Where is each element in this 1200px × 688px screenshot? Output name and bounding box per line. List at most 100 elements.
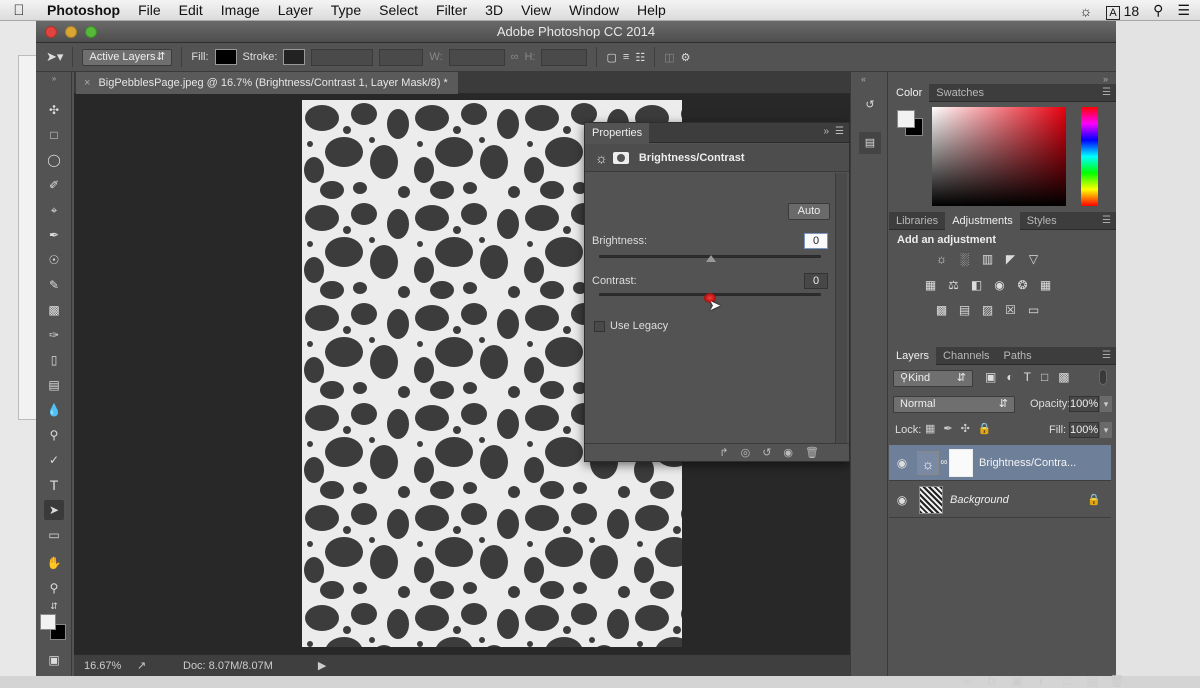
tab-color[interactable]: Color — [889, 83, 930, 102]
adjustments-panel-menu-icon[interactable]: ☰ — [1102, 215, 1111, 226]
menu-filter[interactable]: Filter — [427, 0, 476, 21]
expand-dock-icon[interactable]: « — [861, 74, 866, 84]
quick-mask-icon[interactable]: ▣ — [44, 650, 64, 670]
blur-tool-icon[interactable]: 💧 — [44, 400, 64, 420]
align-edges-icon[interactable]: ◫ — [664, 51, 674, 64]
clone-stamp-tool-icon[interactable]: ▩ — [44, 300, 64, 320]
share-icon[interactable]: ↗ — [137, 659, 175, 672]
eyedropper-tool-icon[interactable]: ✒ — [44, 225, 64, 245]
healing-brush-tool-icon[interactable]: ☉ — [44, 250, 64, 270]
layer-filter-kind-dropdown[interactable]: ⚲Kind ⇵ — [893, 370, 973, 387]
move-tool-icon[interactable]: ✣ — [44, 100, 64, 120]
layer-name[interactable]: Background — [950, 494, 1009, 506]
adjustment-filter-icon[interactable]: ◐ — [1006, 370, 1013, 384]
type-filter-icon[interactable]: T — [1024, 370, 1031, 384]
spotlight-search-icon[interactable]: ⚲ — [1153, 2, 1163, 19]
zoom-level[interactable]: 16.67% — [84, 660, 129, 672]
menu-layer[interactable]: Layer — [269, 0, 322, 21]
color-foreground-swatch[interactable] — [897, 110, 915, 128]
quick-select-tool-icon[interactable]: ✐ — [44, 175, 64, 195]
eraser-tool-icon[interactable]: ▯ — [44, 350, 64, 370]
mask-link-icon[interactable]: ∞ — [939, 457, 949, 468]
menu-file[interactable]: File — [129, 0, 170, 21]
type-tool-icon[interactable]: T — [44, 475, 64, 495]
active-layers-dropdown[interactable]: Active Layers ⇵ — [82, 48, 173, 66]
sun-icon[interactable]: ☼ — [1080, 3, 1093, 19]
hue-slider[interactable] — [1081, 107, 1098, 206]
crop-tool-icon[interactable]: ⌖ — [44, 200, 64, 220]
history-panel-icon[interactable]: ↺ — [859, 94, 881, 116]
opacity-field[interactable]: 100% — [1069, 396, 1099, 412]
marquee-tool-icon[interactable]: □ — [44, 125, 64, 145]
path-arrangement-icon[interactable]: ☷ — [635, 51, 645, 64]
close-tab-icon[interactable]: × — [84, 72, 90, 94]
layer-name[interactable]: Brightness/Contra... — [979, 457, 1076, 469]
menu-3d[interactable]: 3D — [476, 0, 512, 21]
new-group-icon[interactable]: □ — [1059, 674, 1075, 688]
gear-icon[interactable]: ⚙ — [681, 51, 691, 64]
new-adjustment-layer-icon[interactable]: ◐ — [1034, 674, 1050, 688]
minimize-button[interactable] — [65, 26, 77, 38]
layer-visibility-eye-icon[interactable]: ◉ — [889, 456, 915, 470]
curves-adj-icon[interactable]: ▥ — [980, 252, 995, 266]
menu-window[interactable]: Window — [560, 0, 628, 21]
foreground-color-swatch[interactable] — [40, 614, 56, 630]
menu-edit[interactable]: Edit — [170, 0, 212, 21]
brightness-contrast-adj-icon[interactable]: ☼ — [934, 252, 949, 266]
channel-mixer-adj-icon[interactable]: ❂ — [1015, 278, 1030, 292]
path-alignment-icon[interactable]: ≡ — [623, 51, 629, 63]
document-tab[interactable]: × BigPebblesPage.jpeg @ 16.7% (Brightnes… — [76, 72, 458, 94]
use-legacy-checkbox[interactable] — [594, 321, 605, 332]
status-menu-arrow-icon[interactable]: ▶ — [318, 659, 326, 672]
selective-color-adj-icon[interactable]: ☒ — [1003, 303, 1018, 317]
color-field[interactable] — [932, 107, 1066, 206]
visibility-eye-icon[interactable]: ◉ — [783, 446, 793, 459]
tab-paths[interactable]: Paths — [997, 347, 1039, 365]
stroke-width-field[interactable] — [311, 48, 374, 66]
color-lookup-adj-icon[interactable]: ▦ — [1038, 278, 1053, 292]
collapse-panels-icon[interactable]: » — [1103, 74, 1108, 84]
brightness-value-field[interactable]: 0 — [804, 233, 828, 249]
trash-icon[interactable]: 🗑 — [805, 446, 819, 459]
tab-properties[interactable]: Properties — [585, 122, 650, 143]
hue-saturation-adj-icon[interactable]: ▦ — [923, 278, 938, 292]
fill-dropdown-icon[interactable]: ▾ — [1100, 422, 1112, 438]
delete-layer-trash-icon[interactable]: 🗑 — [1109, 674, 1125, 688]
fill-field[interactable]: 100% — [1069, 422, 1099, 438]
link-layers-icon[interactable]: ∞ — [959, 674, 975, 688]
path-select-tool-icon[interactable]: ➤▾ — [46, 49, 63, 65]
zoom-tool-icon[interactable]: ⚲ — [44, 578, 64, 598]
new-layer-icon[interactable]: ▤ — [1084, 674, 1100, 688]
lock-image-icon[interactable]: ✒ — [943, 422, 952, 435]
close-button[interactable] — [45, 26, 57, 38]
posterize-adj-icon[interactable]: ▤ — [957, 303, 972, 317]
layer-row-brightness-contrast[interactable]: ◉ ☼ ∞ Brightness/Contra... — [889, 445, 1111, 481]
history-brush-tool-icon[interactable]: ✑ — [44, 325, 64, 345]
collapse-panel-icon[interactable]: » — [823, 126, 829, 137]
stroke-swatch[interactable] — [283, 49, 306, 65]
opacity-dropdown-icon[interactable]: ▾ — [1100, 396, 1112, 412]
photo-filter-adj-icon[interactable]: ◉ — [992, 278, 1007, 292]
levels-adj-icon[interactable]: ░ — [957, 252, 972, 266]
clip-to-layer-icon[interactable]: ↱ — [719, 446, 728, 459]
tab-adjustments[interactable]: Adjustments — [945, 211, 1020, 230]
list-menu-icon[interactable]: ☰ — [1177, 2, 1190, 19]
zoom-button[interactable] — [85, 26, 97, 38]
auto-button[interactable]: Auto — [788, 203, 830, 220]
menu-view[interactable]: View — [512, 0, 560, 21]
tab-channels[interactable]: Channels — [936, 347, 996, 365]
pen-tool-icon[interactable]: ✓ — [44, 450, 64, 470]
properties-panel-icon[interactable]: ▤ — [859, 132, 881, 154]
collapse-toolbar-icon[interactable]: » — [44, 74, 64, 84]
pixel-filter-icon[interactable]: ▣ — [985, 370, 996, 384]
filter-toggle-switch[interactable] — [1099, 369, 1107, 385]
menu-image[interactable]: Image — [212, 0, 269, 21]
layer-mask-icon[interactable] — [612, 151, 629, 164]
add-mask-icon[interactable]: ▣ — [1009, 674, 1025, 688]
apple-menu-icon[interactable]:  — [0, 2, 38, 19]
black-white-adj-icon[interactable]: ◧ — [969, 278, 984, 292]
layer-style-fx-icon[interactable]: fx — [984, 674, 1000, 688]
hand-tool-icon[interactable]: ✋ — [44, 553, 64, 573]
tab-swatches[interactable]: Swatches — [929, 84, 991, 102]
menu-type[interactable]: Type — [322, 0, 370, 21]
